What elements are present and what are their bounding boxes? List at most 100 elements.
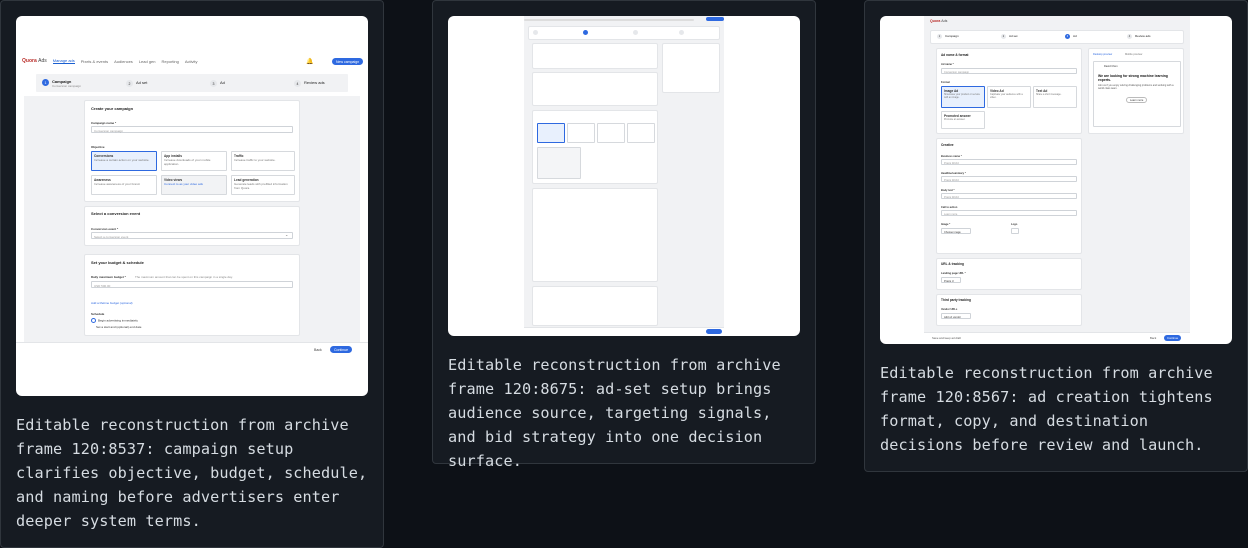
step-ad[interactable]: 3 Ad xyxy=(210,80,225,87)
vendor-urls-label: Vendor URLs xyxy=(941,308,958,311)
ad-name-input[interactable]: Conversion campaign xyxy=(941,68,1077,74)
step-2[interactable] xyxy=(583,30,588,35)
choose-image-button[interactable]: Choose image xyxy=(941,228,971,234)
url-tracking-title: URL & tracking xyxy=(941,262,964,266)
targeting-option-3[interactable] xyxy=(597,123,625,143)
campaign-name-label: Campaign name * xyxy=(91,121,117,125)
ad-name-format-panel: Ad name & format Ad name * Conversion ca… xyxy=(936,48,1082,134)
preview-name: David Chen xyxy=(1104,65,1118,68)
new-campaign-pill[interactable] xyxy=(706,17,724,21)
budget-schedule-panel: Set your budget & schedule Daily maximum… xyxy=(84,254,300,336)
preview-body: Join us if you enjoy solving challenging… xyxy=(1098,84,1174,90)
objective-traffic[interactable]: Traffic Increase traffic to your website. xyxy=(231,151,295,171)
bid-panel xyxy=(532,286,658,326)
continue-button[interactable]: Continue xyxy=(1164,335,1182,341)
lifetime-budget-link[interactable]: Add a lifetime budget (optional) xyxy=(91,301,133,305)
step-review-ads[interactable]: 4 Review ads xyxy=(294,80,325,87)
format-promoted-answer[interactable]: Promoted answer Promote an answer. xyxy=(941,111,985,129)
format-image-ad[interactable]: Image Ad Showcase your product or service… xyxy=(941,86,985,108)
headline-input[interactable]: Praxis World xyxy=(941,176,1077,182)
landing-url-label: Landing page URL * xyxy=(941,272,966,275)
format-label: Format xyxy=(941,81,950,84)
bell-icon[interactable]: 🔔 xyxy=(306,58,313,65)
frame-card-ad[interactable]: Quora Ads 1 Campaign 2 Ad set 3 Ad 4 Review … xyxy=(864,0,1248,472)
nav-item-manage-ads[interactable]: Manage ads xyxy=(52,58,75,64)
conversion-event-title: Select a conversion event xyxy=(91,211,141,216)
nav-item-audiences[interactable]: Audiences xyxy=(114,59,133,64)
conversion-event-panel: Select a conversion event Conversion eve… xyxy=(84,206,300,246)
add-vendor-button[interactable]: Add url vendor xyxy=(941,313,971,319)
back-button[interactable]: Back xyxy=(310,346,326,353)
ad-preview-panel: Desktop preview Mobile preview David Che… xyxy=(1088,48,1184,134)
ad-name-format-title: Ad name & format xyxy=(941,53,969,57)
schedule-immediately-radio[interactable]: Begin advertising immediately xyxy=(91,318,138,323)
business-name-input[interactable]: Praxis World xyxy=(941,159,1077,165)
landing-url-input[interactable]: Praxis U xyxy=(941,277,961,283)
nav-item-activity[interactable]: Activity xyxy=(185,59,198,64)
targeting-option-4[interactable] xyxy=(627,123,655,143)
mobile-preview-tab[interactable]: Mobile preview xyxy=(1125,53,1142,56)
objective-app-installs[interactable]: App installs Increase downloads of your m… xyxy=(161,151,227,171)
continue-pill[interactable] xyxy=(706,329,722,334)
quora-ads-logo: Quora Ads xyxy=(22,58,47,64)
nav-item-pixels[interactable]: Pixels & events xyxy=(81,59,108,64)
step-ad-set[interactable]: 2 Ad set xyxy=(126,80,147,87)
objective-video-views[interactable]: Video views Connect to as your video ads xyxy=(161,175,227,195)
nav-item-reporting[interactable]: Reporting xyxy=(162,59,179,64)
schedule-dates-radio[interactable]: Set a start and (optional) end date xyxy=(96,325,141,329)
format-text-ad[interactable]: Text Ad Share a short message. xyxy=(1033,86,1077,108)
creative-panel: Creative Business name * Praxis World He… xyxy=(936,138,1082,254)
daily-budget-help: The maximum amount that can be spent on … xyxy=(135,275,233,279)
frame-thumbnail-ad-set[interactable] xyxy=(448,16,800,336)
budget-schedule-title: Set your budget & schedule xyxy=(91,260,144,265)
cta-label: Call to action xyxy=(941,206,958,209)
step-ad[interactable]: 3 Ad xyxy=(1065,34,1077,39)
objective-awareness[interactable]: Awareness Increase awareness of your bran… xyxy=(91,175,157,195)
frame-card-campaign[interactable]: Quora Ads Manage ads Pixels & events Aud… xyxy=(0,0,384,548)
preview-headline: We are looking for strong machine learni… xyxy=(1098,74,1168,82)
frame-thumbnail-ad[interactable]: Quora Ads 1 Campaign 2 Ad set 3 Ad 4 Review … xyxy=(880,16,1232,344)
step-3[interactable] xyxy=(633,30,638,35)
objective-conversions[interactable]: Conversions Increase a certain action on … xyxy=(91,151,157,171)
back-button[interactable]: Back xyxy=(1150,336,1156,340)
step-4[interactable] xyxy=(679,30,684,35)
step-review[interactable]: 4 Review ads xyxy=(1127,34,1151,39)
objective-label: Objective xyxy=(91,145,105,149)
nav-item-lead-gen[interactable]: Lead gen xyxy=(139,59,156,64)
frame-thumbnail-campaign[interactable]: Quora Ads Manage ads Pixels & events Aud… xyxy=(16,16,368,396)
caption-campaign: Editable reconstruction from archive fra… xyxy=(16,416,368,530)
frame-card-ad-set[interactable]: Editable reconstruction from archive fra… xyxy=(432,0,816,470)
conversion-event-select[interactable]: Select a conversion event xyxy=(91,232,293,239)
body-text-input[interactable]: Praxis World xyxy=(941,193,1077,199)
quora-ads-logo: Quora Ads xyxy=(930,19,948,23)
ad-name-label: Ad name * xyxy=(941,63,954,66)
step-ad-set[interactable]: 2 Ad set xyxy=(1001,34,1018,39)
third-party-title: Third party tracking xyxy=(941,298,971,302)
cta-select[interactable]: Learn more xyxy=(941,210,1077,216)
campaign-name-input[interactable]: Conversion campaign xyxy=(91,126,293,133)
top-nav: Quora Ads Manage ads Pixels & events Aud… xyxy=(16,54,368,68)
conversion-event-label: Conversion event * xyxy=(91,227,119,231)
business-name-label: Business name * xyxy=(941,155,962,158)
location-targeting-panel xyxy=(532,72,658,106)
step-campaign[interactable]: 1 Campaign xyxy=(937,34,959,39)
desktop-preview-tab[interactable]: Desktop preview xyxy=(1093,53,1112,56)
save-draft-link[interactable]: Save and keep ad draft xyxy=(932,336,961,340)
daily-budget-input[interactable]: USD 500.00 xyxy=(91,281,293,288)
format-video-ad[interactable]: Video Ad Captivate your audience with a v… xyxy=(987,86,1031,108)
step-campaign[interactable]: 1 Campaign Conversion campaign xyxy=(42,79,81,88)
step-1[interactable] xyxy=(533,30,538,35)
preview-cta-button[interactable]: Learn more xyxy=(1126,97,1148,103)
logo-label: Logo xyxy=(1011,223,1018,226)
targeting-sub-panel[interactable] xyxy=(537,147,581,179)
create-campaign-title: Create your campaign xyxy=(91,106,134,111)
url-tracking-panel: URL & tracking Landing page URL * Praxis… xyxy=(936,258,1082,290)
new-campaign-button[interactable]: New campaign xyxy=(332,58,364,65)
targeting-option-1[interactable] xyxy=(537,123,565,143)
objective-lead-generation[interactable]: Lead generation Generate leads with prefi… xyxy=(231,175,295,195)
logo-upload[interactable] xyxy=(1011,228,1019,234)
preview-card: David Chen We are looking for strong mac… xyxy=(1093,61,1181,127)
body-text-label: Body text * xyxy=(941,189,955,192)
continue-button[interactable]: Continue xyxy=(330,346,353,353)
targeting-option-2[interactable] xyxy=(567,123,595,143)
